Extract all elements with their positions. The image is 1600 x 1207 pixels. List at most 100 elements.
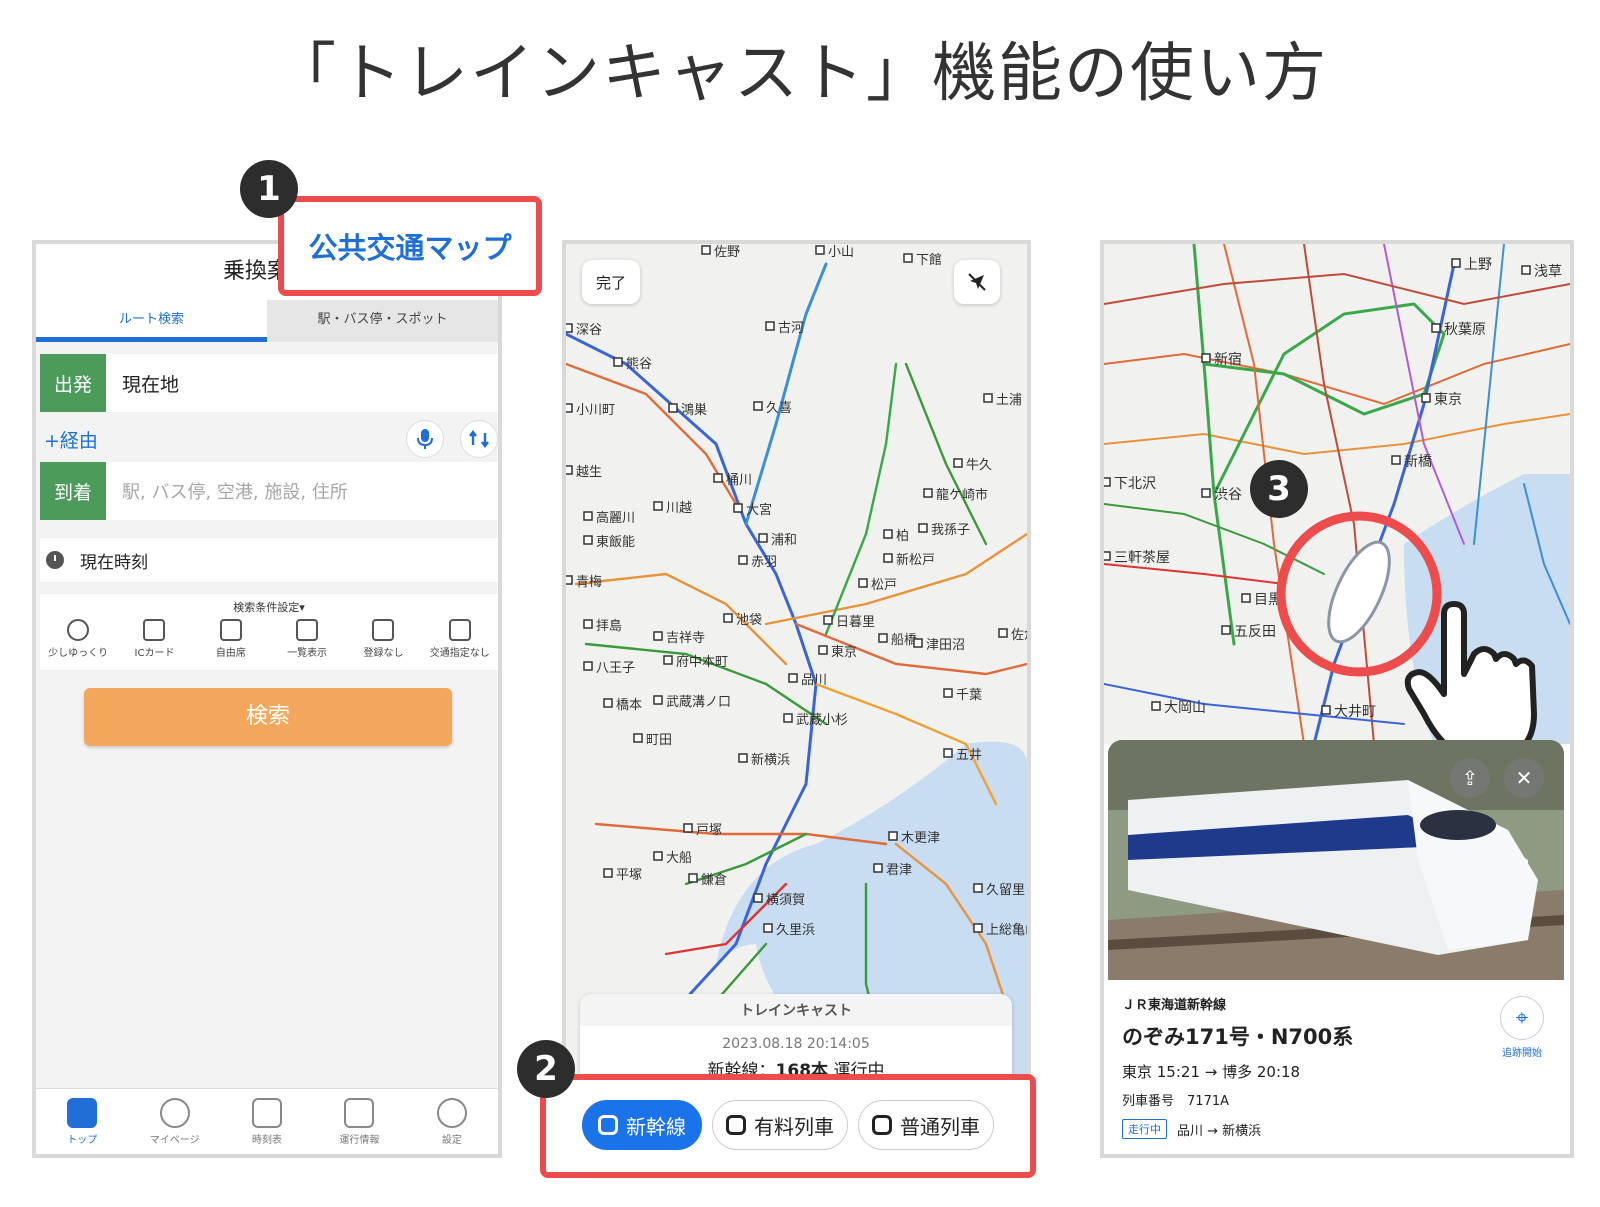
station-marker bbox=[566, 465, 573, 475]
clock-icon bbox=[46, 551, 64, 569]
station-marker bbox=[701, 245, 711, 255]
station-marker bbox=[753, 893, 763, 903]
station-marker bbox=[1431, 323, 1441, 333]
departure-field[interactable]: 出発 現在地 bbox=[40, 354, 498, 412]
traincast-title: トレインキャスト bbox=[580, 994, 1012, 1026]
station-label: 小山 bbox=[828, 244, 854, 259]
step-badge-1: 1 bbox=[240, 160, 298, 218]
station-label: 大宮 bbox=[746, 502, 772, 517]
station-marker bbox=[1451, 258, 1461, 268]
station-label: 古河 bbox=[778, 320, 804, 335]
station-label: 越生 bbox=[576, 464, 602, 479]
station-marker bbox=[913, 638, 923, 648]
station-marker bbox=[653, 695, 663, 705]
tab-station-spot[interactable]: 駅・バス停・スポット bbox=[267, 300, 498, 342]
station-label: 八王子 bbox=[596, 660, 635, 675]
station-label: 浦和 bbox=[771, 532, 797, 547]
done-button[interactable]: 完了 bbox=[582, 260, 640, 304]
swap-icon[interactable] bbox=[460, 420, 498, 458]
station-marker bbox=[1521, 265, 1531, 275]
station-marker bbox=[763, 923, 773, 933]
bus-icon bbox=[448, 619, 471, 641]
station-marker bbox=[583, 511, 593, 521]
station-label: 木更津 bbox=[901, 830, 940, 845]
station-label: 大井町 bbox=[1334, 703, 1376, 719]
station-marker bbox=[583, 535, 593, 545]
condition-list-view[interactable]: 一覧表示 bbox=[270, 619, 344, 659]
callout-public-transport-map[interactable]: 公共交通マップ bbox=[278, 196, 542, 296]
tabbar-settings[interactable]: 設定 bbox=[406, 1089, 498, 1154]
location-off-icon[interactable] bbox=[954, 260, 1000, 304]
station-marker bbox=[918, 523, 928, 533]
station-label: 津田沼 bbox=[926, 637, 965, 652]
ic-card-icon bbox=[143, 619, 166, 641]
station-label: 川越 bbox=[666, 500, 692, 515]
filter-limited-express[interactable]: 有料列車 bbox=[712, 1100, 848, 1150]
close-icon[interactable]: ✕ bbox=[1504, 758, 1544, 798]
crosshair-icon: ⌖ bbox=[1500, 996, 1544, 1040]
station-label: 秋葉原 bbox=[1444, 321, 1486, 337]
station-label: 君津 bbox=[886, 862, 912, 877]
station-marker bbox=[1201, 353, 1211, 363]
station-marker bbox=[1421, 393, 1431, 403]
phone-panel-route-search: 乗換案内 ルート検索 駅・バス停・スポット 出発 現在地 +経由 到着 駅, バ… bbox=[32, 240, 502, 1158]
tab-route-search[interactable]: ルート検索 bbox=[36, 300, 267, 342]
microphone-icon[interactable] bbox=[406, 420, 444, 458]
condition-commuter-pass[interactable]: 登録なし bbox=[346, 619, 420, 659]
station-label: 新宿 bbox=[1214, 351, 1242, 367]
station-marker bbox=[566, 323, 573, 333]
departure-value[interactable]: 現在地 bbox=[106, 370, 179, 397]
station-label: 佐倉 bbox=[1011, 627, 1027, 642]
share-icon[interactable]: ⇪ bbox=[1450, 758, 1490, 798]
station-label: 新橋 bbox=[1404, 453, 1432, 469]
search-button[interactable]: 検索 bbox=[84, 688, 452, 746]
condition-seat[interactable]: 自由席 bbox=[194, 619, 268, 659]
pass-icon bbox=[372, 619, 395, 641]
tabbar-top[interactable]: トップ bbox=[36, 1089, 128, 1154]
shinkansen-icon bbox=[598, 1115, 618, 1135]
tabbar-service-info[interactable]: 運行情報 bbox=[313, 1089, 405, 1154]
step-badge-3: 3 bbox=[1250, 460, 1308, 518]
station-label: 久喜 bbox=[766, 400, 792, 415]
arrival-placeholder[interactable]: 駅, バス停, 空港, 施設, 住所 bbox=[106, 478, 348, 504]
station-label: 武蔵小杉 bbox=[796, 712, 848, 727]
station-marker bbox=[973, 923, 983, 933]
traincast-datetime: 2023.08.18 20:14:05 bbox=[722, 1036, 870, 1052]
search-tabs: ルート検索 駅・バス停・スポット bbox=[36, 300, 498, 342]
condition-walk-speed[interactable]: 少しゆっくり bbox=[41, 619, 115, 659]
track-start-button[interactable]: ⌖ 追跡開始 bbox=[1482, 996, 1562, 1059]
callout-train-filter: 新幹線 有料列車 普通列車 bbox=[540, 1074, 1036, 1178]
page-title: 「トレインキャスト」機能の使い方 bbox=[272, 37, 1328, 111]
station-marker bbox=[788, 673, 798, 683]
filter-local-train[interactable]: 普通列車 bbox=[858, 1100, 994, 1150]
station-label: 鴻巣 bbox=[681, 402, 707, 417]
step-badge-2: 2 bbox=[517, 1040, 575, 1098]
time-row[interactable]: 現在時刻 bbox=[40, 538, 498, 582]
station-label: 松戸 bbox=[871, 577, 897, 592]
station-label: 戸塚 bbox=[696, 822, 722, 837]
bottom-tabbar: トップ マイページ 時刻表 運行情報 設定 bbox=[36, 1088, 498, 1154]
station-marker bbox=[653, 851, 663, 861]
phone-panel-train-detail: 上野 浅草 秋葉原 新宿 東京 新橋 渋谷 下北沢 三軒茶屋 目黒 五反田 大岡山 大井町 ⇪ ✕ bbox=[1100, 240, 1574, 1158]
station-label: 高麗川 bbox=[596, 510, 635, 525]
filter-shinkansen[interactable]: 新幹線 bbox=[582, 1100, 702, 1150]
station-label: 久留里 bbox=[986, 882, 1025, 897]
tabbar-mypage[interactable]: マイページ bbox=[128, 1089, 220, 1154]
condition-transport[interactable]: 交通指定なし bbox=[423, 619, 497, 659]
add-via-link[interactable]: +経由 bbox=[44, 426, 390, 453]
condition-ic-card[interactable]: ICカード bbox=[117, 619, 191, 659]
station-label: 大船 bbox=[666, 850, 692, 865]
station-marker bbox=[653, 631, 663, 641]
railway-map-tokyo[interactable]: 上野 浅草秋葉原新宿東京新橋渋谷下北沢三軒茶屋目黒五反田大岡山 大井町 bbox=[1104, 244, 1570, 744]
tabbar-timetable[interactable]: 時刻表 bbox=[221, 1089, 313, 1154]
station-label: 下館 bbox=[916, 252, 942, 267]
conditions-title[interactable]: 検索条件設定▾ bbox=[40, 594, 498, 615]
station-marker bbox=[753, 401, 763, 411]
express-train-icon bbox=[726, 1115, 746, 1135]
arrival-field[interactable]: 到着 駅, バス停, 空港, 施設, 住所 bbox=[40, 462, 498, 520]
station-marker bbox=[713, 473, 723, 483]
station-marker bbox=[1201, 488, 1211, 498]
station-marker bbox=[758, 533, 768, 543]
current-section: 品川 → 新横浜 bbox=[1177, 1123, 1262, 1139]
timetable-icon bbox=[252, 1097, 283, 1128]
